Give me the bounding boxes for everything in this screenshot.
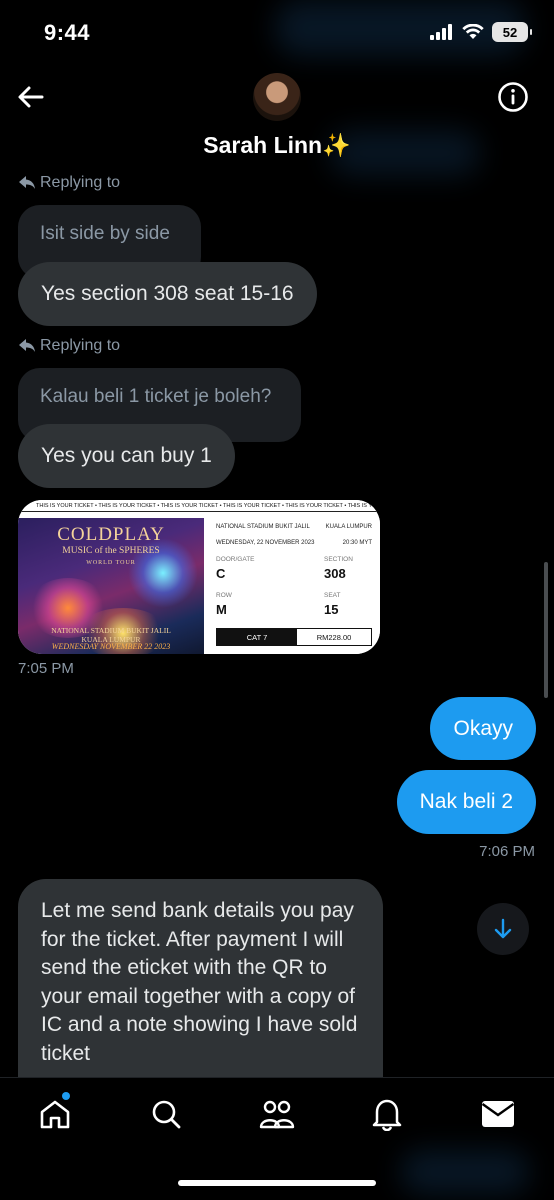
quoted-message-text: Kalau beli 1 ticket je boleh?: [40, 386, 272, 407]
incoming-message[interactable]: Let me send bank details you pay for the…: [18, 879, 383, 1077]
artwork-venue-line: NATIONAL STADIUM BUKIT JALIL: [51, 626, 171, 635]
ticket-date: WEDNESDAY, 22 NOVEMBER 2023: [216, 540, 315, 546]
door-label: DOOR/GATE: [216, 556, 255, 563]
conversation-header: Sarah Linn✨: [0, 62, 554, 176]
info-icon: [498, 82, 528, 112]
scroll-to-bottom-button[interactable]: [477, 903, 529, 955]
nav-notifications[interactable]: [367, 1094, 407, 1134]
row-value: M: [216, 602, 227, 617]
cellular-signal-icon: [430, 24, 452, 40]
ticket-category: CAT 7: [217, 629, 297, 645]
reply-label: Replying to: [18, 174, 120, 192]
ticket-time: 20:30 MYT: [342, 540, 372, 546]
message-text: Nak beli 2: [419, 790, 513, 813]
ticket-image[interactable]: THIS IS YOUR TICKET • THIS IS YOUR TICKE…: [18, 500, 380, 654]
communities-icon: [259, 1100, 295, 1129]
ticket-city: KUALA LUMPUR: [325, 524, 372, 530]
reply-arrow-icon: [19, 176, 35, 189]
unread-dot: [62, 1092, 70, 1100]
status-bar: 9:44 52: [0, 0, 554, 62]
section-value: 308: [324, 566, 346, 581]
message-text: Let me send bank details you pay for the…: [41, 899, 358, 1065]
arrow-down-icon: [494, 918, 512, 939]
contact-name[interactable]: Sarah Linn✨: [0, 132, 554, 159]
home-indicator[interactable]: [178, 1180, 376, 1186]
seat-label: SEAT: [324, 592, 341, 599]
battery-icon: 52: [492, 22, 532, 42]
battery-level: 52: [502, 24, 518, 40]
search-icon: [152, 1100, 181, 1129]
message-text: Yes section 308 seat 15-16: [41, 282, 294, 305]
message-timestamp: 7:06 PM: [479, 843, 535, 860]
message-timestamp: 7:05 PM: [18, 660, 74, 677]
tour-name: MUSIC of the SPHERES: [62, 546, 160, 556]
nav-search[interactable]: [146, 1094, 186, 1134]
door-value: C: [216, 566, 226, 581]
home-icon: [40, 1100, 70, 1129]
reply-label-text: Replying to: [40, 174, 121, 191]
status-time: 9:44: [44, 20, 91, 45]
seat-value: 15: [324, 602, 339, 617]
tour-label: WORLD TOUR: [86, 560, 136, 566]
band-name: COLDPLAY: [57, 524, 165, 545]
reply-arrow-icon: [19, 339, 35, 352]
reply-label-text: Replying to: [40, 337, 121, 354]
ticket-details: NATIONAL STADIUM BUKIT JALIL KUALA LUMPU…: [208, 518, 380, 654]
nav-communities[interactable]: [257, 1094, 297, 1134]
message-list[interactable]: Replying to Isit side by side Yes sectio…: [0, 172, 554, 1077]
artwork-date: WEDNESDAY NOVEMBER 22 2023: [51, 642, 171, 651]
status-icons: 52: [430, 22, 532, 42]
incoming-message[interactable]: Yes you can buy 1: [18, 424, 235, 488]
ticket-venue: NATIONAL STADIUM BUKIT JALIL: [216, 524, 310, 530]
scrollbar[interactable]: [544, 562, 548, 698]
ticket-strip-text: THIS IS YOUR TICKET • THIS IS YOUR TICKE…: [18, 500, 380, 512]
nav-messages[interactable]: [478, 1094, 518, 1134]
section-label: SECTION: [324, 556, 353, 563]
incoming-message[interactable]: Yes section 308 seat 15-16: [18, 262, 317, 326]
back-button[interactable]: [14, 80, 48, 114]
wifi-icon: [462, 24, 484, 39]
avatar[interactable]: [253, 73, 301, 121]
reply-label: Replying to: [18, 337, 120, 355]
info-button[interactable]: [497, 81, 529, 113]
quoted-message-text: Isit side by side: [40, 223, 170, 244]
messages-icon: [481, 1101, 515, 1127]
ticket-price-bar: CAT 7 RM228.00: [216, 628, 372, 646]
concert-artwork: COLDPLAY MUSIC of the SPHERES WORLD TOUR…: [18, 518, 204, 654]
message-text: Yes you can buy 1: [41, 444, 212, 467]
outgoing-message[interactable]: Okayy: [430, 697, 536, 760]
ticket-price: RM228.00: [316, 632, 352, 642]
blurred-overlay: [400, 1150, 530, 1194]
row-label: ROW: [216, 592, 232, 599]
back-arrow-icon: [18, 86, 44, 108]
nav-home[interactable]: [35, 1094, 75, 1134]
outgoing-message[interactable]: Nak beli 2: [396, 770, 536, 834]
notifications-icon: [372, 1099, 402, 1131]
message-text: Okayy: [453, 716, 513, 740]
